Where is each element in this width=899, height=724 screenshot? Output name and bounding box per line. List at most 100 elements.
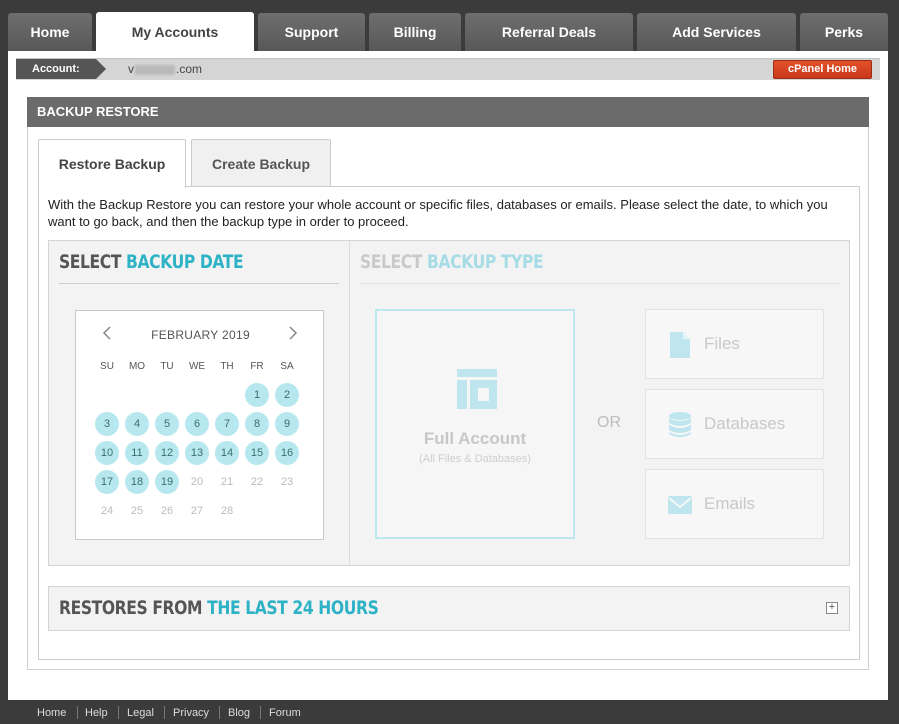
weekday-label: SA bbox=[280, 361, 294, 372]
account-bar: Account: v .com cPanel Home bbox=[16, 58, 880, 80]
databases-option[interactable]: Databases bbox=[645, 389, 824, 459]
weekday-label: SU bbox=[100, 361, 114, 372]
restores-last-24h[interactable]: RESTORES FROM THE LAST 24 HOURS + bbox=[48, 586, 850, 631]
files-option[interactable]: Files bbox=[645, 309, 824, 379]
calendar-day-available[interactable]: 15 bbox=[245, 441, 269, 465]
calendar-day-available[interactable]: 17 bbox=[95, 470, 119, 494]
tab-add-services[interactable]: Add Services bbox=[637, 13, 796, 51]
chevron-right-icon[interactable] bbox=[288, 326, 298, 345]
restores-title-b: THE LAST 24 HOURS bbox=[207, 597, 379, 619]
calendar-day-unavailable: 20 bbox=[190, 476, 204, 488]
cpanel-home-button[interactable]: cPanel Home bbox=[773, 60, 872, 79]
calendar-day-available[interactable]: 12 bbox=[155, 441, 179, 465]
weekday-label: FR bbox=[250, 361, 264, 372]
panel-title: BACKUP RESTORE bbox=[27, 97, 869, 127]
full-account-option[interactable]: Full Account (All Files & Databases) bbox=[375, 309, 575, 539]
calendar-day-available[interactable]: 11 bbox=[125, 441, 149, 465]
layout-icon bbox=[457, 369, 497, 409]
divider bbox=[59, 283, 339, 284]
calendar-day-available[interactable]: 16 bbox=[275, 441, 299, 465]
calendar-day-available[interactable]: 4 bbox=[125, 412, 149, 436]
weekday-label: TH bbox=[220, 361, 234, 372]
tab-restore-backup[interactable]: Restore Backup bbox=[38, 139, 186, 188]
footer-separator bbox=[77, 706, 78, 719]
calendar-day-available[interactable]: 6 bbox=[185, 412, 209, 436]
tab-billing[interactable]: Billing bbox=[369, 13, 461, 51]
footer-link-blog[interactable]: Blog bbox=[228, 707, 250, 719]
account-label: Account: bbox=[16, 59, 96, 79]
calendar-day-available[interactable]: 7 bbox=[215, 412, 239, 436]
envelope-icon bbox=[668, 496, 692, 514]
account-domain[interactable]: v .com bbox=[128, 59, 202, 79]
file-icon bbox=[670, 332, 690, 358]
footer-link-home[interactable]: Home bbox=[37, 707, 66, 719]
tab-referral-deals[interactable]: Referral Deals bbox=[465, 13, 633, 51]
calendar-day-unavailable: 24 bbox=[100, 505, 114, 517]
select-date-title: SELECT BACKUP DATE bbox=[59, 251, 244, 273]
weekday-label: TU bbox=[160, 361, 174, 372]
top-navigation: Home My Accounts Support Billing Referra… bbox=[0, 0, 899, 52]
footer-link-legal[interactable]: Legal bbox=[127, 707, 154, 719]
tab-home[interactable]: Home bbox=[8, 13, 92, 51]
calendar-day-available[interactable]: 19 bbox=[155, 470, 179, 494]
or-label: OR bbox=[597, 414, 621, 431]
backup-restore-panel: Restore Backup Create Backup With the Ba… bbox=[27, 127, 869, 670]
weekday-label: MO bbox=[128, 361, 146, 372]
calendar-day-available[interactable]: 2 bbox=[275, 383, 299, 407]
calendar-day-unavailable: 26 bbox=[160, 505, 174, 517]
calendar: FEBRUARY 2019 SU MO TU WE TH FR SA 1 2 3 4 5 6 7 8 9 10 1… bbox=[75, 310, 324, 540]
selection-box: SELECT BACKUP DATE FEBRUARY 2019 SU MO TU W… bbox=[48, 240, 850, 566]
calendar-day-unavailable: 28 bbox=[220, 505, 234, 517]
footer: Home Help Legal Privacy Blog Forum bbox=[8, 700, 888, 724]
account-domain-suffix: .com bbox=[176, 62, 203, 76]
tab-my-accounts[interactable]: My Accounts bbox=[96, 12, 254, 52]
footer-link-help[interactable]: Help bbox=[85, 707, 108, 719]
description-text: With the Backup Restore you can restore … bbox=[48, 197, 828, 229]
calendar-day-available[interactable]: 18 bbox=[125, 470, 149, 494]
emails-option-label: Emails bbox=[704, 494, 756, 513]
calendar-day-available[interactable]: 9 bbox=[275, 412, 299, 436]
divider bbox=[360, 283, 839, 284]
select-date-title-b: BACKUP DATE bbox=[126, 251, 244, 273]
footer-separator bbox=[164, 706, 165, 719]
divider bbox=[349, 241, 350, 565]
calendar-day-available[interactable]: 10 bbox=[95, 441, 119, 465]
calendar-day-available[interactable]: 8 bbox=[245, 412, 269, 436]
account-label-arrow bbox=[96, 59, 106, 79]
plus-icon[interactable]: + bbox=[826, 602, 838, 614]
redacted-text bbox=[135, 64, 175, 75]
tab-perks[interactable]: Perks bbox=[800, 13, 888, 51]
restores-title: RESTORES FROM THE LAST 24 HOURS bbox=[59, 597, 379, 619]
select-type-title-b: BACKUP TYPE bbox=[427, 251, 544, 273]
calendar-day-available[interactable]: 14 bbox=[215, 441, 239, 465]
full-account-title: Full Account bbox=[423, 429, 527, 448]
account-domain-prefix: v bbox=[128, 62, 134, 76]
emails-option[interactable]: Emails bbox=[645, 469, 824, 539]
database-icon bbox=[669, 412, 691, 437]
full-account-subtitle: (All Files & Databases) bbox=[419, 453, 531, 465]
tab-create-backup[interactable]: Create Backup bbox=[191, 139, 331, 187]
calendar-day-available[interactable]: 1 bbox=[245, 383, 269, 407]
select-type-title-a: SELECT bbox=[360, 251, 428, 273]
restore-tab-content: With the Backup Restore you can restore … bbox=[38, 186, 860, 660]
select-date-title-a: SELECT bbox=[59, 251, 127, 273]
footer-separator bbox=[260, 706, 261, 719]
calendar-day-available[interactable]: 3 bbox=[95, 412, 119, 436]
select-type-title: SELECT BACKUP TYPE bbox=[360, 251, 544, 273]
calendar-day-unavailable: 27 bbox=[190, 505, 204, 517]
calendar-day-unavailable: 21 bbox=[220, 476, 234, 488]
restores-title-a: RESTORES FROM bbox=[59, 597, 208, 619]
page-content: Account: v .com cPanel Home BACKUP RESTOR… bbox=[8, 51, 888, 700]
footer-link-privacy[interactable]: Privacy bbox=[173, 707, 209, 719]
tab-support[interactable]: Support bbox=[258, 13, 365, 51]
calendar-day-available[interactable]: 13 bbox=[185, 441, 209, 465]
footer-separator bbox=[219, 706, 220, 719]
calendar-day-unavailable: 23 bbox=[280, 476, 294, 488]
calendar-day-available[interactable]: 5 bbox=[155, 412, 179, 436]
calendar-day-unavailable: 25 bbox=[130, 505, 144, 517]
files-option-label: Files bbox=[704, 334, 740, 353]
weekday-label: WE bbox=[188, 361, 206, 372]
footer-separator bbox=[118, 706, 119, 719]
footer-link-forum[interactable]: Forum bbox=[269, 707, 301, 719]
databases-option-label: Databases bbox=[704, 414, 786, 433]
